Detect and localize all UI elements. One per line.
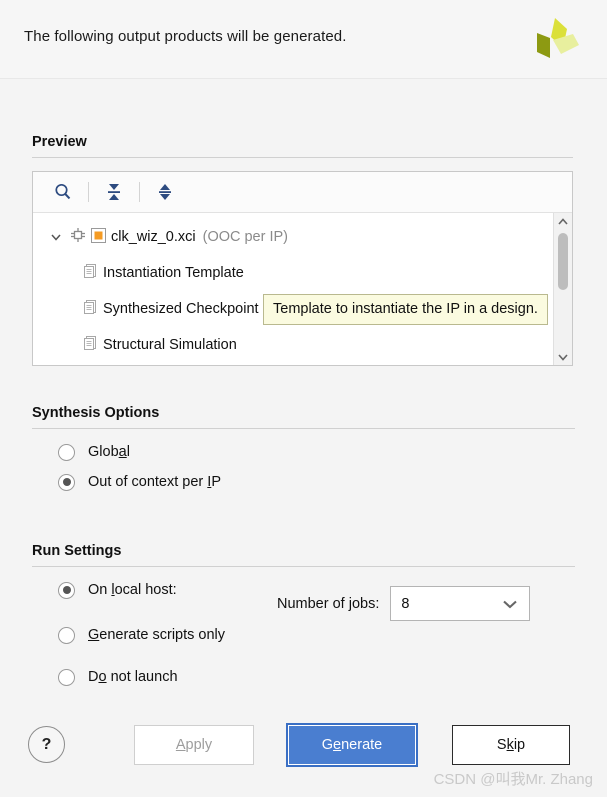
document-icon (83, 335, 98, 355)
scrollbar-thumb[interactable] (558, 233, 568, 290)
tree-node-suffix: (OOC per IP) (202, 229, 289, 245)
chevron-up-icon[interactable] (554, 213, 572, 230)
radio-global-label: Global (88, 444, 130, 460)
dialog-header: The following output products will be ge… (0, 0, 607, 79)
number-of-jobs-label: Number of jobs: (277, 595, 380, 612)
radio-on-local-host-label: On local host: (88, 582, 177, 598)
document-icon (83, 263, 98, 283)
chevron-down-icon[interactable] (47, 231, 65, 243)
radio-indicator[interactable] (58, 443, 75, 461)
radio-indicator[interactable] (58, 473, 75, 491)
chevron-down-icon[interactable] (502, 598, 518, 609)
radio-generate-scripts-only-label: Generate scripts only (88, 627, 226, 643)
number-of-jobs-row: Number of jobs: 8 (277, 586, 531, 621)
tree-node-label: Instantiation Template (103, 265, 244, 281)
apply-button[interactable]: Apply (134, 725, 254, 765)
preview-divider (32, 157, 573, 158)
preview-panel: clk_wiz_0.xci (OOC per IP) Instantiation… (32, 171, 573, 366)
document-icon (83, 299, 98, 319)
radio-do-not-launch-label: Do not launch (88, 669, 178, 685)
tree-row[interactable]: Change Log (33, 363, 572, 365)
xilinx-logo (525, 14, 581, 68)
skip-button[interactable]: Skip (452, 725, 570, 765)
ip-core-icon (70, 227, 86, 247)
radio-out-of-context-per-ip[interactable]: Out of context per IP (58, 467, 575, 497)
generate-button[interactable]: Generate (286, 723, 418, 767)
dialog-footer: ? Apply Generate Skip CSDN @叫我Mr. Zhang (0, 715, 607, 797)
tree-scrollbar[interactable] (553, 213, 572, 365)
tree-tooltip: Template to instantiate the IP in a desi… (263, 294, 548, 325)
radio-do-not-launch[interactable]: Do not launch (58, 662, 575, 692)
tree-node-label: Structural Simulation (103, 337, 237, 353)
synthesis-options-title: Synthesis Options (32, 405, 160, 421)
radio-indicator[interactable] (58, 626, 75, 644)
preview-tree: clk_wiz_0.xci (OOC per IP) Instantiation… (33, 213, 572, 365)
apply-button-label: Apply (175, 737, 213, 753)
page-title: The following output products will be ge… (24, 28, 347, 45)
radio-indicator[interactable] (58, 581, 75, 599)
run-settings-title: Run Settings (32, 543, 122, 559)
synthesis-options-section: Synthesis Options Global Out of context … (32, 405, 575, 497)
toolbar-divider-2 (139, 182, 140, 202)
preview-section-title: Preview (32, 134, 87, 150)
collapse-all-icon[interactable] (96, 177, 132, 207)
skip-button-label: Skip (496, 737, 526, 753)
generate-button-label: Generate (321, 737, 383, 753)
radio-global[interactable]: Global (58, 437, 575, 467)
number-of-jobs-value: 8 (401, 595, 410, 612)
search-icon[interactable] (45, 177, 81, 207)
toolbar-divider-1 (88, 182, 89, 202)
watermark: CSDN @叫我Mr. Zhang (433, 771, 593, 788)
tree-row[interactable]: Instantiation Template (33, 255, 572, 291)
chevron-down-icon[interactable] (554, 348, 572, 365)
tree-node-label: clk_wiz_0.xci (111, 229, 196, 245)
run-settings-section: Run Settings On local host: Generate scr… (32, 543, 575, 692)
tree-row[interactable]: Structural Simulation (33, 327, 572, 363)
preview-section: Preview clk_wiz_0.xci (OOC per IP) Insta… (32, 134, 573, 366)
radio-indicator[interactable] (58, 668, 75, 686)
preview-toolbar (33, 172, 572, 213)
expand-all-icon[interactable] (147, 177, 183, 207)
help-button[interactable]: ? (28, 726, 65, 763)
radio-out-of-context-per-ip-label: Out of context per IP (88, 474, 221, 490)
number-of-jobs-select[interactable]: 8 (390, 586, 531, 621)
orange-square-icon (91, 227, 106, 247)
radio-generate-scripts-only[interactable]: Generate scripts only (58, 620, 575, 650)
tree-row[interactable]: clk_wiz_0.xci (OOC per IP) (33, 219, 572, 255)
